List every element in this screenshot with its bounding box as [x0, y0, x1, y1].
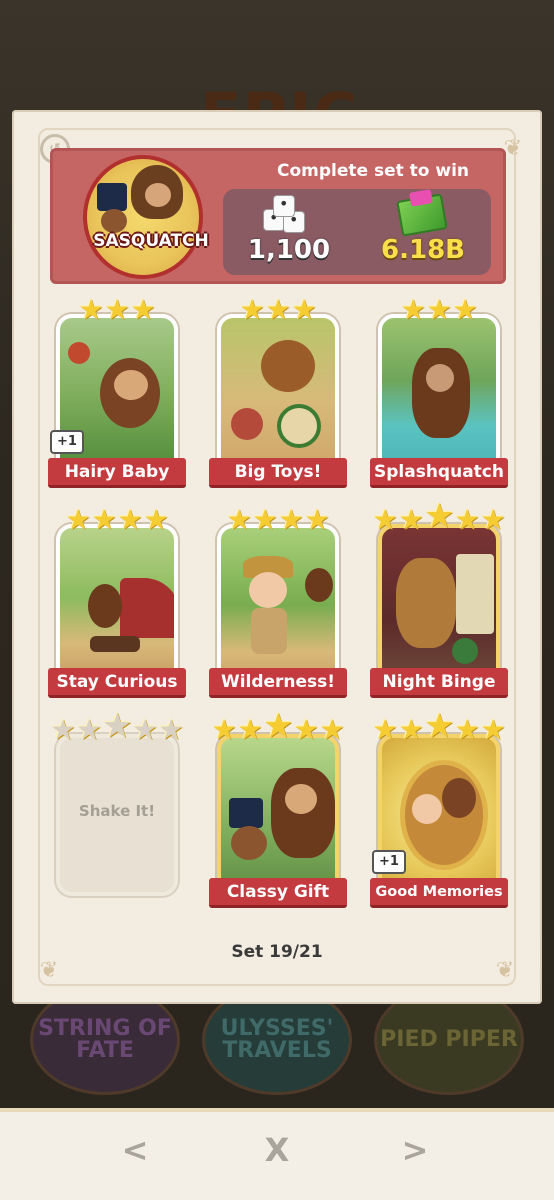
sticker-big-toys[interactable]: ★ ★ ★ Big Toys!	[209, 296, 347, 490]
star-icon: ★	[452, 293, 478, 326]
sticker-name: Good Memories	[370, 878, 508, 908]
star-icon: ★	[265, 293, 291, 326]
star-rating: ★ ★ ★ ★ ★	[50, 709, 184, 746]
sticker-art	[56, 524, 178, 686]
set-name: SASQUATCH	[93, 231, 209, 251]
star-icon: ★	[454, 713, 480, 746]
star-icon: ★	[424, 706, 455, 746]
sticker-wilderness[interactable]: ★ ★ ★ ★ Wilderness!	[209, 506, 347, 700]
sticker-name: Stay Curious	[48, 668, 186, 698]
sticker-classy-gift[interactable]: ★ ★ ★ ★ ★ Classy Gift	[209, 709, 347, 910]
star-icon: ★	[237, 713, 263, 746]
cash-icon	[396, 193, 448, 237]
star-icon: ★	[65, 503, 91, 536]
sticker-art	[378, 524, 500, 686]
reward-title: Complete set to win	[276, 161, 470, 181]
star-rating: ★ ★ ★	[211, 293, 345, 326]
star-icon: ★	[398, 503, 424, 536]
star-rating: ★ ★ ★ ★	[50, 503, 184, 536]
star-rating: ★ ★ ★ ★ ★	[372, 709, 506, 746]
sticker-name: Night Binge	[370, 668, 508, 698]
star-icon: ★	[372, 503, 398, 536]
star-icon: ★	[372, 713, 398, 746]
sticker-art	[217, 314, 339, 476]
dice-icon	[263, 194, 307, 235]
sticker-placeholder: Shake It!	[56, 734, 178, 896]
sasquatch-art	[131, 165, 183, 219]
star-icon: ★	[480, 713, 506, 746]
sticker-night-binge[interactable]: ★ ★ ★ ★ ★ Night Binge	[370, 499, 508, 700]
sticker-good-memories[interactable]: ★ ★ ★ ★ ★ +1 Good Memories	[370, 709, 508, 910]
sticker-art	[217, 734, 339, 896]
sticker-splashquatch[interactable]: ★ ★ ★ Splashquatch	[370, 296, 508, 490]
missing-sticker-name: Shake It!	[78, 802, 156, 820]
star-icon: ★	[211, 713, 237, 746]
bottom-navigation: < X >	[0, 1108, 554, 1200]
star-icon: ★	[143, 503, 169, 536]
star-icon: ★	[50, 713, 76, 746]
set-header: SASQUATCH Complete set to win 1,100 6.18…	[50, 148, 506, 284]
star-icon: ★	[132, 713, 158, 746]
sticker-stay-curious[interactable]: ★ ★ ★ ★ Stay Curious	[48, 506, 186, 700]
star-icon: ★	[304, 503, 330, 536]
reward-cash-amount: 6.18B	[381, 235, 465, 265]
sticker-name: Wilderness!	[209, 668, 347, 698]
sticker-name: Splashquatch	[370, 458, 508, 488]
star-icon: ★	[263, 706, 294, 746]
star-icon: ★	[398, 713, 424, 746]
star-icon: ★	[480, 503, 506, 536]
set-counter: Set 19/21	[231, 942, 323, 962]
sticker-set-card: ↺ ❦ ❦ ❦ SASQUATCH Complete set to win 1,…	[12, 110, 542, 1004]
star-icon: ★	[78, 293, 104, 326]
sticker-art	[378, 314, 500, 476]
star-icon: ★	[319, 713, 345, 746]
star-icon: ★	[76, 713, 102, 746]
star-icon: ★	[102, 706, 133, 746]
top-hat-art	[97, 183, 127, 211]
star-icon: ★	[226, 503, 252, 536]
star-icon: ★	[104, 293, 130, 326]
reward-dice-amount: 1,100	[247, 235, 331, 265]
star-rating: ★ ★ ★	[372, 293, 506, 326]
star-icon: ★	[293, 713, 319, 746]
star-icon: ★	[426, 293, 452, 326]
star-icon: ★	[291, 293, 317, 326]
duplicate-badge: +1	[372, 850, 406, 874]
star-rating: ★ ★ ★ ★ ★	[372, 499, 506, 536]
star-icon: ★	[130, 293, 156, 326]
sticker-name: Big Toys!	[209, 458, 347, 488]
star-icon: ★	[158, 713, 184, 746]
star-icon: ★	[424, 496, 455, 536]
sticker-shake-it[interactable]: ★ ★ ★ ★ ★ Shake It!	[50, 709, 184, 910]
star-icon: ★	[278, 503, 304, 536]
sticker-hairy-baby[interactable]: ★ ★ ★ +1 Hairy Baby	[48, 296, 186, 490]
previous-set-button[interactable]: <	[105, 1128, 165, 1172]
sticker-art	[217, 524, 339, 686]
star-rating: ★ ★ ★ ★ ★	[211, 709, 345, 746]
star-icon: ★	[117, 503, 143, 536]
reward-box: 1,100 6.18B	[223, 189, 491, 275]
star-icon: ★	[454, 503, 480, 536]
star-rating: ★ ★ ★	[50, 293, 184, 326]
sticker-name: Classy Gift	[209, 878, 347, 908]
close-button[interactable]: X	[247, 1128, 307, 1172]
next-set-button[interactable]: >	[385, 1128, 445, 1172]
star-icon: ★	[400, 293, 426, 326]
duplicate-badge: +1	[50, 430, 84, 454]
star-icon: ★	[239, 293, 265, 326]
sticker-name: Hairy Baby	[48, 458, 186, 488]
star-icon: ★	[252, 503, 278, 536]
set-emblem: SASQUATCH	[83, 155, 209, 279]
star-icon: ★	[91, 503, 117, 536]
star-rating: ★ ★ ★ ★	[211, 503, 345, 536]
baby-sasquatch-art	[101, 209, 127, 233]
